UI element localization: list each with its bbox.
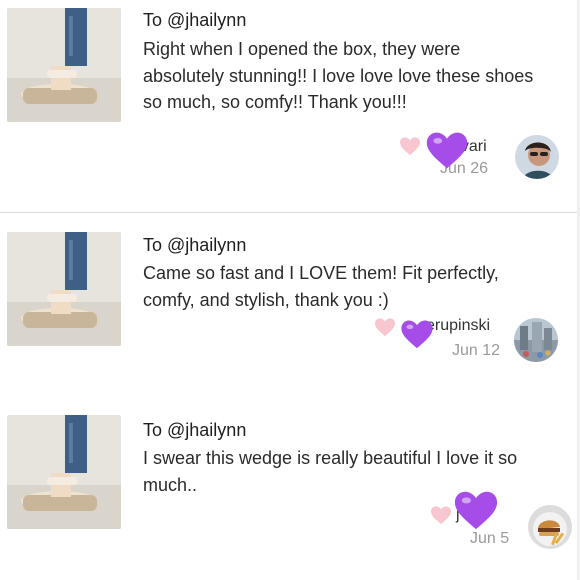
heart-icon[interactable] xyxy=(374,317,396,337)
review-text: Right when I opened the box, they were a… xyxy=(143,39,534,112)
reviewer-avatar[interactable] xyxy=(515,135,559,179)
review-date: Jun 12 xyxy=(452,342,501,359)
reviewer-username[interactable]: erupinski xyxy=(426,317,490,335)
review-card: To @jhailynn Came so fast and I LOVE the… xyxy=(0,213,580,393)
reviewer-avatar[interactable] xyxy=(514,318,558,362)
purple-heart-icon xyxy=(401,320,433,349)
heart-icon[interactable] xyxy=(430,505,452,525)
review-recipient: To @jhailynn xyxy=(143,420,247,440)
review-text: Came so fast and I LOVE them! Fit perfec… xyxy=(143,263,499,310)
product-thumbnail[interactable] xyxy=(7,8,121,122)
purple-heart-icon xyxy=(426,132,468,169)
product-thumbnail[interactable] xyxy=(7,415,121,529)
review-recipient: To @jhailynn xyxy=(143,10,247,30)
heart-icon[interactable] xyxy=(399,136,421,156)
review-card: To @jhailynn Right when I opened the box… xyxy=(0,0,580,212)
reviewer-avatar[interactable] xyxy=(528,505,572,549)
review-recipient: To @jhailynn xyxy=(143,235,247,255)
review-card: To @jhailynn I swear this wedge is reall… xyxy=(0,393,580,580)
product-thumbnail[interactable] xyxy=(7,232,121,346)
purple-heart-icon xyxy=(454,491,498,530)
